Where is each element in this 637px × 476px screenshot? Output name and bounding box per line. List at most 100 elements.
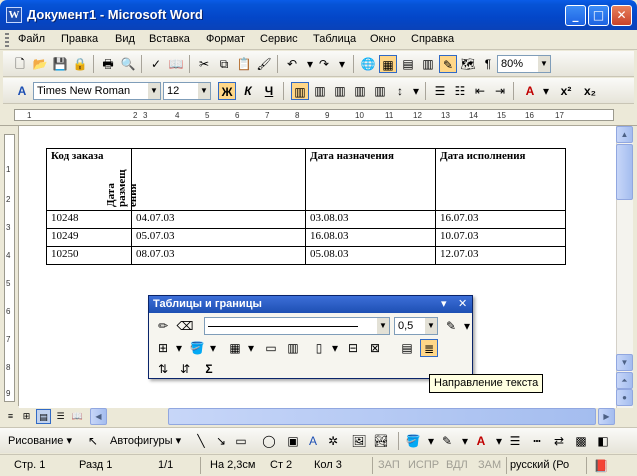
normal-view-icon[interactable]: ≡ <box>3 409 18 424</box>
line-icon[interactable]: ╲ <box>192 432 210 450</box>
3d-style-icon[interactable]: ◧ <box>594 432 612 450</box>
undo-icon[interactable]: ↶ <box>283 55 301 73</box>
menu-format[interactable]: Формат <box>206 33 245 45</box>
line-style-icon[interactable]: ☰ <box>506 432 524 450</box>
table-cell[interactable]: 08.07.03 <box>131 246 306 265</box>
menu-grip[interactable] <box>5 33 9 47</box>
table-cell[interactable]: 04.07.03 <box>131 210 306 229</box>
line-color-icon[interactable]: ✎ <box>438 432 456 450</box>
reading-view-icon[interactable]: 📖 <box>70 409 85 424</box>
print-layout-icon[interactable]: ▤ <box>36 409 51 424</box>
superscript-icon[interactable]: x² <box>557 82 575 100</box>
permission-icon[interactable]: 🔒 <box>71 55 89 73</box>
font-size-select[interactable]: 12 ▼ <box>163 82 211 100</box>
autosum-icon[interactable]: Σ <box>200 360 218 378</box>
draw-menu-button[interactable]: Рисование ▾ <box>8 434 72 447</box>
toolbar-close-icon[interactable]: ✕ <box>458 296 467 313</box>
vertical-ruler[interactable]: 1 2 3 4 5 6 7 8 9 <box>0 126 19 406</box>
ruler-strip[interactable]: 1 2 3 4 5 6 7 8 9 10 11 12 13 14 15 16 1… <box>14 109 614 121</box>
tables-toolbar-title[interactable]: Таблицы и границы <box>149 296 472 313</box>
styles-icon[interactable]: A <box>13 82 31 100</box>
scroll-right-icon[interactable]: ▶ <box>598 408 615 425</box>
chevron-down-icon[interactable]: ▼ <box>198 83 210 99</box>
horizontal-ruler[interactable]: 1 2 3 4 5 6 7 8 9 10 11 12 13 14 15 16 1… <box>0 104 637 126</box>
distributed-icon[interactable]: ▥ <box>371 82 389 100</box>
numbering-icon[interactable]: ☰ <box>431 82 449 100</box>
distribute-rows-icon[interactable]: ⊟ <box>344 339 362 357</box>
split-cells-icon[interactable]: ▥ <box>284 339 302 357</box>
redo-icon[interactable]: ↷ <box>315 55 333 73</box>
status-overtype[interactable]: ЗАМ <box>478 459 501 471</box>
print-preview-icon[interactable]: 🔍 <box>119 55 137 73</box>
eraser-icon[interactable]: ⌫ <box>176 317 194 335</box>
horizontal-scroll-thumb[interactable] <box>168 408 596 425</box>
align-center-icon[interactable]: ▥ <box>311 82 329 100</box>
chevron-down-icon[interactable]: ▾ <box>537 82 555 100</box>
status-record[interactable]: ЗАП <box>378 459 400 471</box>
diagram-icon[interactable]: ✲ <box>324 432 342 450</box>
menu-help[interactable]: Справка <box>411 33 454 45</box>
table-cell[interactable]: 12.07.03 <box>435 246 566 265</box>
tables-borders-icon[interactable]: ▦ <box>379 55 397 73</box>
menu-file[interactable]: Файл <box>18 33 45 45</box>
save-icon[interactable]: 💾 <box>51 55 69 73</box>
chevron-down-icon[interactable]: ▾ <box>458 317 476 335</box>
font-select[interactable]: Times New Roman ▼ <box>33 82 161 100</box>
draw-table-icon[interactable]: ✏ <box>154 317 172 335</box>
table-cell[interactable]: 05.07.03 <box>131 228 306 247</box>
drawing-icon[interactable]: ✎ <box>439 55 457 73</box>
chevron-down-icon[interactable]: ▾ <box>242 339 260 357</box>
vertical-ruler-strip[interactable]: 1 2 3 4 5 6 7 8 9 <box>4 134 15 402</box>
copy-icon[interactable]: ⧉ <box>215 55 233 73</box>
table-cell[interactable]: 05.08.03 <box>305 246 436 265</box>
table-cell[interactable]: 16.08.03 <box>305 228 436 247</box>
clip-art-icon[interactable]: 🖼 <box>350 432 368 450</box>
justify-icon[interactable]: ▥ <box>351 82 369 100</box>
spelling-icon[interactable]: ✓ <box>147 55 165 73</box>
font-color-icon[interactable]: A <box>472 432 490 450</box>
hyperlink-icon[interactable]: 🌐 <box>359 55 377 73</box>
status-track-changes[interactable]: ИСПР <box>408 459 439 471</box>
picture-icon[interactable]: 🏞 <box>372 432 390 450</box>
toolbar-options-icon[interactable]: ▾ <box>441 296 447 313</box>
align-right-icon[interactable]: ▥ <box>331 82 349 100</box>
spelling-status-icon[interactable]: 📕 <box>592 457 610 475</box>
table-cell[interactable]: 16.07.03 <box>435 210 566 229</box>
scroll-up-icon[interactable]: ▲ <box>616 126 633 143</box>
cut-icon[interactable]: ✂ <box>195 55 213 73</box>
table-cell[interactable]: 10250 <box>46 246 132 265</box>
paste-icon[interactable]: 📋 <box>235 55 253 73</box>
text-box-icon[interactable]: ▣ <box>284 432 302 450</box>
close-button[interactable]: ✕ <box>611 5 632 26</box>
chevron-down-icon[interactable]: ▾ <box>326 339 344 357</box>
text-direction-icon[interactable]: ≣ <box>420 339 438 357</box>
word-app-icon[interactable]: W <box>6 7 22 23</box>
menu-table[interactable]: Таблица <box>313 33 356 45</box>
redo-dropdown-icon[interactable]: ▾ <box>333 55 351 73</box>
fill-color-icon[interactable]: 🪣 <box>404 432 422 450</box>
insert-table-icon[interactable]: ▤ <box>399 55 417 73</box>
dash-style-icon[interactable]: ┅ <box>528 432 546 450</box>
distribute-columns-icon[interactable]: ⊠ <box>366 339 384 357</box>
align-left-icon[interactable]: ▥ <box>291 82 309 100</box>
open-folder-icon[interactable]: 📂 <box>31 55 49 73</box>
show-hide-icon[interactable]: ¶ <box>479 55 497 73</box>
chevron-down-icon[interactable]: ▼ <box>148 83 160 99</box>
chevron-down-icon[interactable]: ▼ <box>538 56 550 72</box>
select-objects-icon[interactable]: ↖ <box>84 432 102 450</box>
menu-tools[interactable]: Сервис <box>260 33 298 45</box>
bold-button[interactable]: Ж <box>218 82 236 100</box>
insert-excel-icon[interactable]: ▥ <box>419 55 437 73</box>
new-document-icon[interactable]: 🗋 <box>11 55 29 73</box>
minimize-button[interactable]: _ <box>565 5 586 26</box>
wordart-icon[interactable]: A <box>304 432 322 450</box>
menu-edit[interactable]: Правка <box>61 33 98 45</box>
table-header-cell[interactable]: Дата размещ ения <box>105 148 306 211</box>
zoom-select[interactable]: 80% ▼ <box>497 55 551 73</box>
table-cell[interactable]: 10249 <box>46 228 132 247</box>
oval-icon[interactable]: ◯ <box>260 432 278 450</box>
decrease-indent-icon[interactable]: ⇤ <box>471 82 489 100</box>
table-cell[interactable]: 10.07.03 <box>435 228 566 247</box>
table-header-cell[interactable]: Дата назначения <box>305 148 436 211</box>
maximize-button[interactable]: □ <box>588 5 609 26</box>
